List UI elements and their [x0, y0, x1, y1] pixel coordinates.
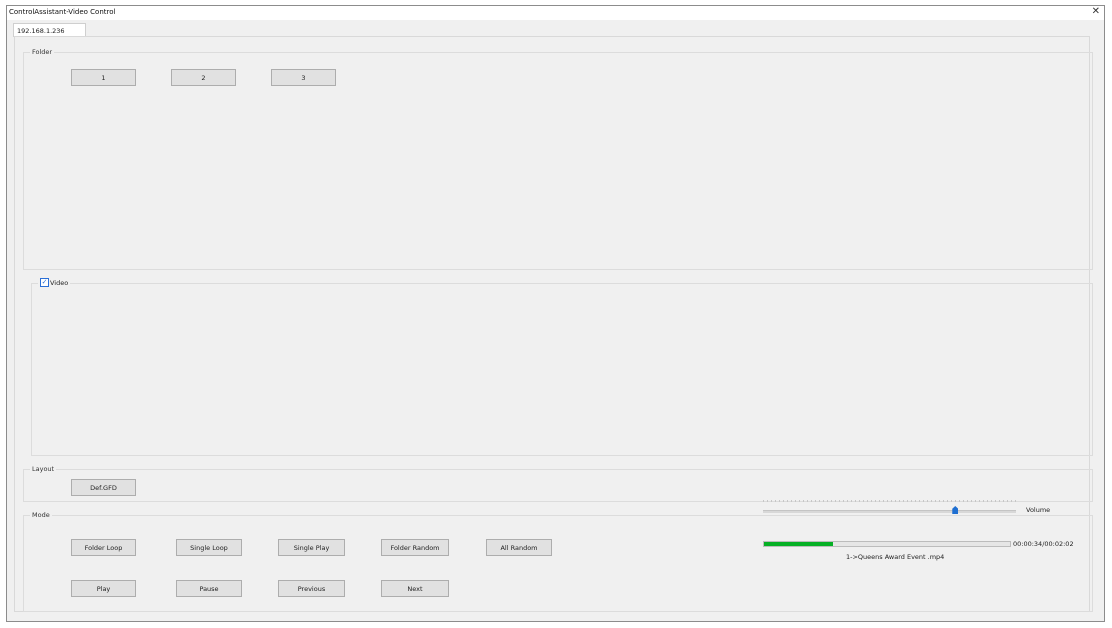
video-checkbox[interactable]: ✓: [40, 278, 49, 287]
folder-button-1[interactable]: 1: [71, 69, 136, 86]
folder-button-2[interactable]: 2: [171, 69, 236, 86]
playback-time: 00:00:34/00:02:02: [1013, 540, 1074, 548]
play-button[interactable]: Play: [71, 580, 136, 597]
folder-group-label: Folder: [30, 48, 55, 56]
video-label: Video: [50, 278, 69, 287]
all-random-button[interactable]: All Random: [486, 539, 552, 556]
window-title: ControlAssistant-Video Control: [9, 8, 116, 16]
single-loop-button[interactable]: Single Loop: [176, 539, 242, 556]
folder-random-button[interactable]: Folder Random: [381, 539, 449, 556]
title-bar: ControlAssistant-Video Control ✕: [7, 6, 1104, 20]
video-checkbox-label[interactable]: ✓ Video: [38, 278, 71, 287]
single-play-button[interactable]: Single Play: [278, 539, 345, 556]
previous-button[interactable]: Previous: [278, 580, 345, 597]
volume-label: Volume: [1026, 506, 1051, 514]
layout-defgfd-button[interactable]: Def.GFD: [71, 479, 136, 496]
pause-button[interactable]: Pause: [176, 580, 242, 597]
current-file-name: 1->Queens Award Event .mp4: [846, 553, 945, 561]
video-group: ✓ Video: [31, 278, 1093, 456]
mode-group: Mode: [23, 511, 1093, 612]
volume-slider-ticks: [763, 500, 1016, 502]
volume-slider[interactable]: [763, 510, 1016, 513]
folder-button-3[interactable]: 3: [271, 69, 336, 86]
tab-device[interactable]: 192.168.1.236: [13, 23, 86, 37]
layout-group-label: Layout: [30, 465, 57, 473]
next-button[interactable]: Next: [381, 580, 449, 597]
folder-loop-button[interactable]: Folder Loop: [71, 539, 136, 556]
playback-progress-fill: [764, 542, 833, 546]
close-icon[interactable]: ✕: [1092, 6, 1100, 18]
layout-group: Layout: [23, 465, 1093, 502]
mode-group-label: Mode: [30, 511, 52, 519]
playback-progress-bar[interactable]: [763, 541, 1011, 547]
